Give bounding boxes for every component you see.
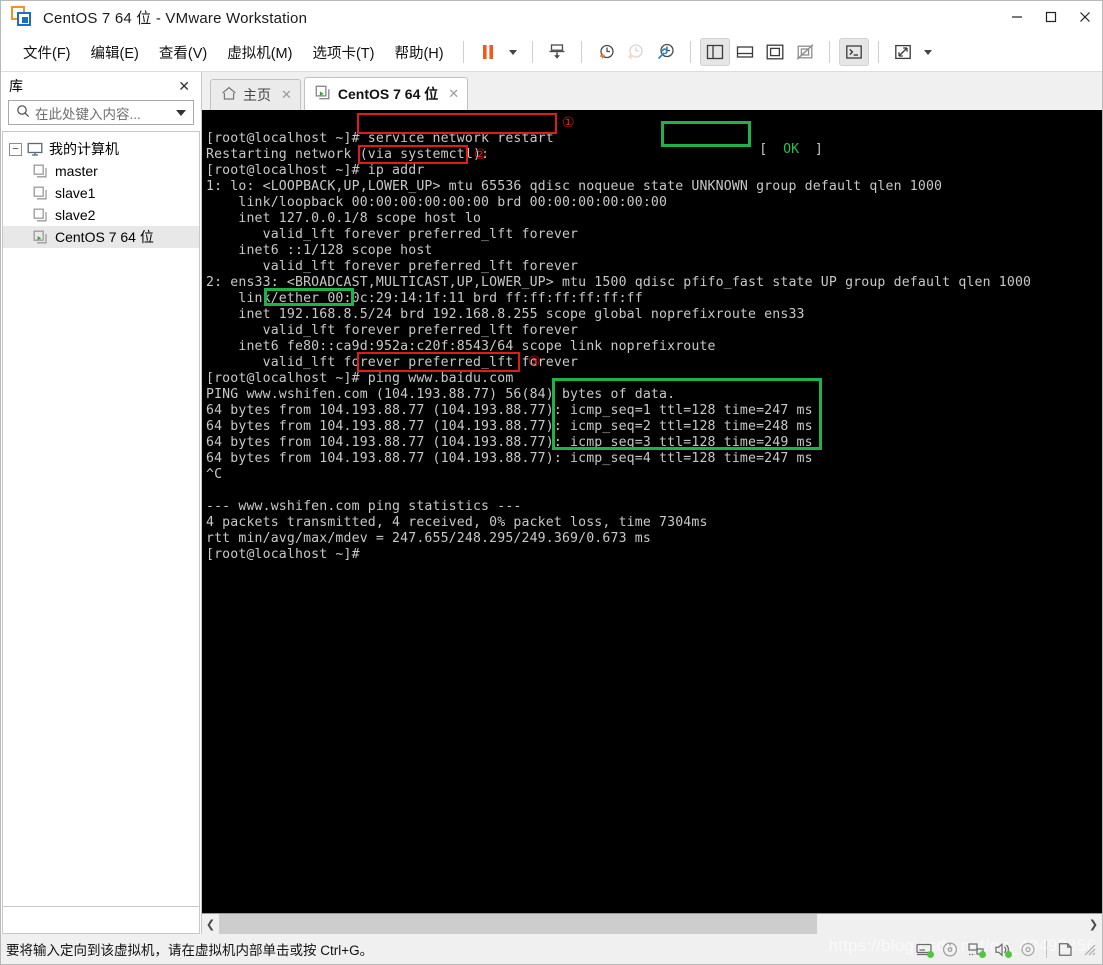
- tree-item-master[interactable]: master: [3, 160, 199, 182]
- status-bar: 要将输入定向到该虚拟机，请在虚拟机内部单击或按 Ctrl+G。 https://…: [1, 934, 1102, 964]
- resize-grip-icon[interactable]: [1082, 942, 1096, 956]
- network-adapter-device-icon[interactable]: [963, 936, 989, 962]
- tree-item-label: slave2: [55, 207, 96, 223]
- sound-card-device-icon[interactable]: [989, 936, 1015, 962]
- library-search-box[interactable]: 在此处键入内容...: [8, 100, 194, 125]
- console-horizontal-scrollbar[interactable]: ❮ ❯: [202, 913, 1102, 934]
- connected-indicator: [979, 951, 986, 958]
- tab-home[interactable]: 主页 ✕: [210, 79, 301, 110]
- minimize-button[interactable]: [1000, 1, 1034, 33]
- library-close-icon[interactable]: ✕: [173, 78, 195, 95]
- home-icon: [221, 86, 237, 104]
- scroll-track[interactable]: [219, 914, 1085, 934]
- full-screen-icon[interactable]: [760, 38, 790, 66]
- tab-close-icon[interactable]: ✕: [448, 86, 459, 102]
- revert-snapshot-icon: [621, 38, 651, 66]
- toolbar-separator: [828, 41, 830, 63]
- menu-edit[interactable]: 编辑(E): [81, 39, 149, 66]
- cd-dvd-device-icon[interactable]: [937, 936, 963, 962]
- tree-item-slave2[interactable]: slave2: [3, 204, 199, 226]
- menu-file[interactable]: 文件(F): [13, 39, 81, 66]
- window-controls: [1000, 1, 1102, 33]
- ok-text: OK: [783, 142, 800, 157]
- tree-item-label: slave1: [55, 185, 96, 201]
- vm-icon: [33, 208, 49, 223]
- printer-device-icon[interactable]: [1015, 936, 1041, 962]
- unity-mode-icon: [790, 38, 820, 66]
- tree-item-slave1[interactable]: slave1: [3, 182, 199, 204]
- menu-toolbar: 文件(F) 编辑(E) 查看(V) 虚拟机(M) 选项卡(T) 帮助(H): [1, 33, 1102, 72]
- library-tree: − 我的计算机 master slave1 slave2 CentOS 7 64…: [2, 131, 200, 906]
- vmware-logo-icon: [11, 6, 33, 28]
- status-separator: [1046, 940, 1047, 958]
- status-message: 要将输入定向到该虚拟机，请在虚拟机内部单击或按 Ctrl+G。: [6, 943, 374, 958]
- library-detail-pane: [2, 906, 200, 934]
- search-input-placeholder[interactable]: 在此处键入内容...: [35, 103, 141, 123]
- menu-view[interactable]: 查看(V): [149, 39, 217, 66]
- tree-item-label: CentOS 7 64 位: [55, 229, 154, 245]
- vm-running-icon: [33, 230, 49, 245]
- status-device-icons: [911, 934, 1102, 964]
- close-button[interactable]: [1068, 1, 1102, 33]
- vm-running-icon: [315, 85, 332, 104]
- title-bar: CentOS 7 64 位 - VMware Workstation: [1, 1, 1102, 33]
- tab-strip: 主页 ✕ CentOS 7 64 位 ✕: [202, 72, 1102, 110]
- terminal-output: [root@localhost ~]# service network rest…: [206, 131, 1032, 563]
- ok-close-bracket: ]: [814, 142, 823, 157]
- annotation-marker-3: ③: [528, 354, 541, 370]
- search-icon: [16, 104, 30, 121]
- toolbar-separator: [877, 41, 879, 63]
- usb-device-icon[interactable]: [1052, 936, 1078, 962]
- toolbar-separator: [689, 41, 691, 63]
- annotation-marker-1: ①: [562, 115, 575, 131]
- tree-item-my-computer[interactable]: − 我的计算机: [3, 138, 199, 160]
- stretch-guest-icon[interactable]: [888, 38, 918, 66]
- monitor-icon: [27, 142, 43, 157]
- show-library-icon[interactable]: [699, 38, 730, 66]
- scroll-thumb[interactable]: [219, 914, 817, 934]
- scroll-left-arrow[interactable]: ❮: [202, 914, 219, 934]
- menu-help[interactable]: 帮助(H): [384, 39, 453, 66]
- tab-centos7[interactable]: CentOS 7 64 位 ✕: [303, 77, 469, 110]
- send-ctrl-alt-del-icon[interactable]: [542, 38, 572, 66]
- workspace: 主页 ✕ CentOS 7 64 位 ✕ [root@localhost ~]#…: [202, 72, 1102, 934]
- connected-indicator: [1005, 951, 1012, 958]
- tree-item-label: master: [55, 163, 98, 179]
- tree-item-centos7[interactable]: CentOS 7 64 位: [3, 226, 199, 248]
- tab-close-icon[interactable]: ✕: [281, 87, 292, 103]
- main-body: 库 ✕ 在此处键入内容... − 我的计算机 master slave1 sla…: [1, 72, 1102, 934]
- suspend-icon[interactable]: [473, 38, 503, 66]
- stretch-dropdown-caret-icon[interactable]: [923, 49, 932, 55]
- hard-disk-device-icon[interactable]: [911, 936, 937, 962]
- tab-label: CentOS 7 64 位: [337, 86, 439, 102]
- annotation-marker-2: ②: [474, 147, 487, 163]
- tab-label: 主页: [243, 87, 271, 103]
- tree-item-label: 我的计算机: [49, 141, 119, 157]
- library-title: 库: [9, 78, 23, 94]
- toolbar-separator: [531, 41, 533, 63]
- connected-indicator: [927, 951, 934, 958]
- toolbar-separator: [462, 41, 464, 63]
- toolbar-separator: [580, 41, 582, 63]
- take-snapshot-icon[interactable]: [591, 38, 621, 66]
- menu-tabs[interactable]: 选项卡(T): [302, 39, 384, 66]
- menu-vm[interactable]: 虚拟机(M): [217, 39, 302, 66]
- expander-icon[interactable]: −: [9, 142, 22, 156]
- vm-icon: [33, 164, 49, 179]
- window-title: CentOS 7 64 位 - VMware Workstation: [43, 9, 308, 27]
- vm-console-area: [root@localhost ~]# service network rest…: [202, 110, 1102, 934]
- scroll-right-arrow[interactable]: ❯: [1085, 914, 1102, 934]
- guest-terminal-screen[interactable]: [root@localhost ~]# service network rest…: [202, 110, 1102, 913]
- show-thumbnail-bar-icon[interactable]: [838, 38, 869, 66]
- library-panel: 库 ✕ 在此处键入内容... − 我的计算机 master slave1 sla…: [1, 72, 202, 934]
- library-header: 库 ✕: [1, 72, 201, 100]
- show-console-view-icon[interactable]: [730, 38, 760, 66]
- service-ok-badge: [ OK ]: [664, 126, 823, 174]
- power-dropdown-caret-icon[interactable]: [508, 49, 517, 55]
- maximize-button[interactable]: [1034, 1, 1068, 33]
- chevron-down-icon[interactable]: [176, 109, 186, 116]
- snapshot-manager-icon[interactable]: [651, 38, 681, 66]
- vmware-workstation-window: CentOS 7 64 位 - VMware Workstation 文件(F)…: [0, 0, 1103, 965]
- vm-icon: [33, 186, 49, 201]
